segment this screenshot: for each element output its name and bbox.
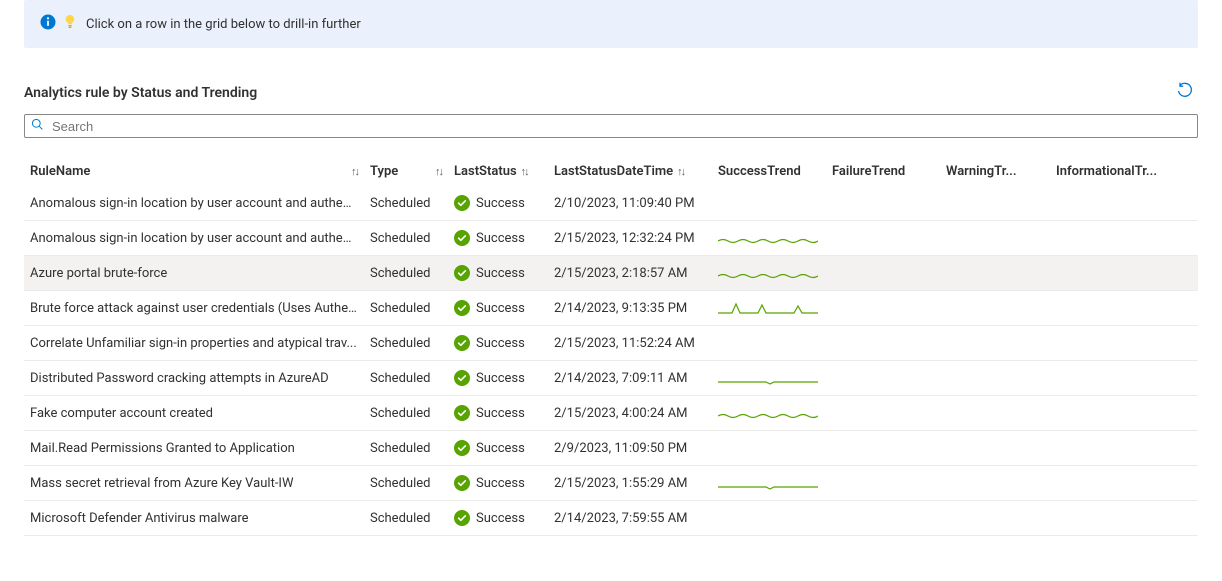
table-row[interactable]: Brute force attack against user credenti… xyxy=(24,291,1198,326)
cell-datetime: 2/10/2023, 11:09:40 PM xyxy=(554,196,695,211)
table-row[interactable]: Anomalous sign-in location by user accou… xyxy=(24,186,1198,221)
cell-rulename: Fake computer account created xyxy=(30,406,213,421)
cell-rulename: Distributed Password cracking attempts i… xyxy=(30,371,329,386)
cell-status: Success xyxy=(454,370,525,386)
search-box[interactable] xyxy=(24,114,1198,138)
col-header-informationaltrend[interactable]: InformationalTr... xyxy=(1050,164,1170,179)
cell-type: Scheduled xyxy=(370,196,430,211)
sparkline xyxy=(718,265,818,281)
sparkline xyxy=(718,405,818,421)
cell-successtrend xyxy=(712,300,826,316)
cell-status: Success xyxy=(454,265,525,281)
table-row[interactable]: Anomalous sign-in location by user accou… xyxy=(24,221,1198,256)
success-icon xyxy=(454,510,470,526)
col-header-type[interactable]: Type ↑↓ xyxy=(364,164,448,179)
table-row[interactable]: Correlate Unfamiliar sign-in properties … xyxy=(24,326,1198,361)
cell-type: Scheduled xyxy=(370,231,430,246)
cell-status: Success xyxy=(454,475,525,491)
grid-header-row: RuleName ↑↓ Type ↑↓ LastStatus ↑↓ LastSt… xyxy=(24,156,1198,186)
cell-successtrend xyxy=(712,265,826,281)
cell-rulename: Mail.Read Permissions Granted to Applica… xyxy=(30,441,295,456)
cell-status: Success xyxy=(454,230,525,246)
sort-icon: ↑↓ xyxy=(435,165,442,178)
info-banner: Click on a row in the grid below to dril… xyxy=(24,0,1198,48)
success-icon xyxy=(454,230,470,246)
cell-status: Success xyxy=(454,300,525,316)
success-icon xyxy=(454,440,470,456)
cell-type: Scheduled xyxy=(370,336,430,351)
table-row[interactable]: Distributed Password cracking attempts i… xyxy=(24,361,1198,396)
cell-type: Scheduled xyxy=(370,371,430,386)
success-icon xyxy=(454,300,470,316)
cell-datetime: 2/14/2023, 7:59:55 AM xyxy=(554,511,688,526)
cell-datetime: 2/9/2023, 11:09:50 PM xyxy=(554,441,687,456)
cell-type: Scheduled xyxy=(370,441,430,456)
cell-type: Scheduled xyxy=(370,266,430,281)
col-header-rulename[interactable]: RuleName ↑↓ xyxy=(24,164,364,179)
cell-rulename: Anomalous sign-in location by user accou… xyxy=(30,196,358,211)
cell-datetime: 2/15/2023, 1:55:29 AM xyxy=(554,476,688,491)
success-icon xyxy=(454,335,470,351)
sparkline xyxy=(718,475,818,491)
section-header: Analytics rule by Status and Trending xyxy=(24,78,1198,108)
lightbulb-icon xyxy=(64,15,76,33)
info-icon xyxy=(40,14,56,34)
col-header-warningtrend[interactable]: WarningTr... xyxy=(940,164,1050,179)
cell-status: Success xyxy=(454,335,525,351)
grid-body: Anomalous sign-in location by user accou… xyxy=(24,186,1198,544)
cell-status: Success xyxy=(454,440,525,456)
cell-datetime: 2/15/2023, 11:52:24 AM xyxy=(554,336,695,351)
table-row[interactable]: Multiple Password Reset by userScheduled… xyxy=(24,536,1198,544)
col-header-successtrend[interactable]: SuccessTrend xyxy=(712,164,826,179)
col-header-laststatus[interactable]: LastStatus ↑↓ xyxy=(448,164,548,179)
sparkline xyxy=(718,370,818,386)
success-icon xyxy=(454,475,470,491)
cell-status: Success xyxy=(454,195,525,211)
success-icon xyxy=(454,370,470,386)
sparkline xyxy=(718,300,818,316)
info-banner-text: Click on a row in the grid below to dril… xyxy=(86,17,361,32)
cell-successtrend xyxy=(712,475,826,491)
cell-datetime: 2/14/2023, 7:09:11 AM xyxy=(554,371,688,386)
table-row[interactable]: Microsoft Defender Antivirus malware Sche… xyxy=(24,501,1198,536)
cell-status: Success xyxy=(454,510,525,526)
section-title: Analytics rule by Status and Trending xyxy=(24,85,257,101)
analytics-grid: RuleName ↑↓ Type ↑↓ LastStatus ↑↓ LastSt… xyxy=(24,156,1198,544)
cell-rulename: Azure portal brute-force xyxy=(30,266,167,281)
search-icon xyxy=(31,118,44,135)
sparkline xyxy=(718,230,818,246)
cell-successtrend xyxy=(712,405,826,421)
sort-icon: ↑↓ xyxy=(351,165,358,178)
cell-type: Scheduled xyxy=(370,511,430,526)
reset-button[interactable] xyxy=(1172,78,1198,108)
cell-rulename: Mass secret retrieval from Azure Key Vau… xyxy=(30,476,294,491)
cell-datetime: 2/14/2023, 9:13:35 PM xyxy=(554,301,687,316)
table-row[interactable]: Mail.Read Permissions Granted to Applica… xyxy=(24,431,1198,466)
table-row[interactable]: Fake computer account created Scheduled Su… xyxy=(24,396,1198,431)
cell-successtrend xyxy=(712,370,826,386)
table-row[interactable]: Mass secret retrieval from Azure Key Vau… xyxy=(24,466,1198,501)
sort-icon: ↑↓ xyxy=(521,165,528,178)
table-row[interactable]: Azure portal brute-force Scheduled Success… xyxy=(24,256,1198,291)
cell-status: Success xyxy=(454,405,525,421)
cell-rulename: Brute force attack against user credenti… xyxy=(30,301,358,316)
col-header-failuretrend[interactable]: FailureTrend xyxy=(826,164,940,179)
cell-type: Scheduled xyxy=(370,301,430,316)
cell-successtrend xyxy=(712,230,826,246)
cell-datetime: 2/15/2023, 12:32:24 PM xyxy=(554,231,695,246)
cell-datetime: 2/15/2023, 4:00:24 AM xyxy=(554,406,688,421)
cell-rulename: Anomalous sign-in location by user accou… xyxy=(30,231,358,246)
col-header-laststatusdatetime[interactable]: LastStatusDateTime ↑↓ xyxy=(548,164,712,179)
success-icon xyxy=(454,405,470,421)
cell-type: Scheduled xyxy=(370,476,430,491)
search-input[interactable] xyxy=(50,116,1191,136)
cell-type: Scheduled xyxy=(370,406,430,421)
cell-rulename: Microsoft Defender Antivirus malware xyxy=(30,511,249,526)
success-icon xyxy=(454,195,470,211)
success-icon xyxy=(454,265,470,281)
sort-icon: ↑↓ xyxy=(677,165,684,178)
cell-rulename: Correlate Unfamiliar sign-in properties … xyxy=(30,336,357,351)
cell-datetime: 2/15/2023, 2:18:57 AM xyxy=(554,266,688,281)
